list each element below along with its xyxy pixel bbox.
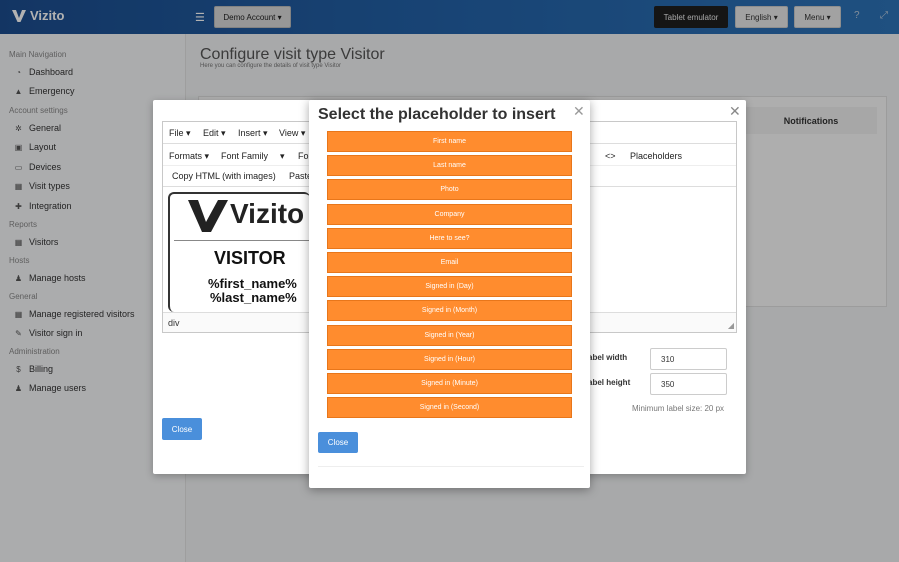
placeholder-option-signed-in-second[interactable]: Signed in (Second): [327, 397, 572, 419]
placeholder-modal-title: Select the placeholder to insert: [318, 106, 556, 123]
placeholder-option-signed-in-hour[interactable]: Signed in (Hour): [327, 348, 572, 370]
placeholder-option-here-to-see[interactable]: Here to see?: [327, 227, 572, 249]
label-height-label: abel height: [588, 378, 631, 387]
placeholder-option-last-name[interactable]: Last name: [327, 155, 572, 177]
preview-divider: [174, 240, 310, 241]
font-family-dropdown[interactable]: Font Family: [221, 151, 268, 161]
formats-dropdown[interactable]: Formats ▾: [169, 151, 209, 162]
label-width-label: abel width: [588, 353, 628, 362]
copy-html-button[interactable]: Copy HTML (with images): [172, 171, 276, 181]
source-code-icon[interactable]: <>: [605, 151, 616, 161]
preview-first-name: %first_name%: [208, 276, 297, 291]
chevron-down-icon[interactable]: ▾: [280, 151, 285, 162]
resize-handle-icon[interactable]: ◢: [728, 321, 734, 330]
preview-heading: VISITOR: [214, 248, 286, 268]
editor-close-button[interactable]: Close: [162, 418, 202, 440]
placeholders-button[interactable]: Placeholders: [630, 151, 682, 161]
label-width-input[interactable]: 310: [650, 348, 727, 370]
placeholder-close-button[interactable]: Close: [318, 432, 358, 453]
min-size-note: Minimum label size: 20 px: [632, 404, 725, 413]
modal-footer-divider: [318, 466, 584, 467]
placeholder-option-photo[interactable]: Photo: [327, 179, 572, 201]
label-height-input[interactable]: 350: [650, 373, 727, 395]
placeholder-option-email[interactable]: Email: [327, 251, 572, 273]
placeholder-option-signed-in-month[interactable]: Signed in (Month): [327, 300, 572, 322]
close-icon[interactable]: ✕: [729, 103, 741, 120]
placeholder-option-signed-in-year[interactable]: Signed in (Year): [327, 324, 572, 346]
placeholder-option-signed-in-day[interactable]: Signed in (Day): [327, 276, 572, 298]
menu-file[interactable]: File ▾: [169, 128, 191, 139]
element-path[interactable]: div: [168, 318, 180, 328]
label-preview[interactable]: Vizito VISITOR %first_name% %last_name%: [168, 192, 310, 312]
menu-view[interactable]: View ▾: [279, 128, 305, 139]
placeholder-option-company[interactable]: Company: [327, 203, 572, 225]
placeholder-list: First name Last name Photo Company Here …: [327, 131, 572, 421]
placeholder-option-first-name[interactable]: First name: [327, 131, 572, 152]
vizito-logo-icon: [188, 200, 228, 232]
preview-last-name: %last_name%: [210, 290, 297, 305]
menu-insert[interactable]: Insert ▾: [238, 128, 268, 139]
placeholder-option-signed-in-minute[interactable]: Signed in (Minute): [327, 372, 572, 394]
font-size-dropdown[interactable]: Fo: [298, 151, 309, 161]
preview-logo-text: Vizito: [230, 198, 305, 229]
menu-edit[interactable]: Edit ▾: [203, 128, 226, 139]
close-icon[interactable]: ✕: [573, 103, 585, 120]
